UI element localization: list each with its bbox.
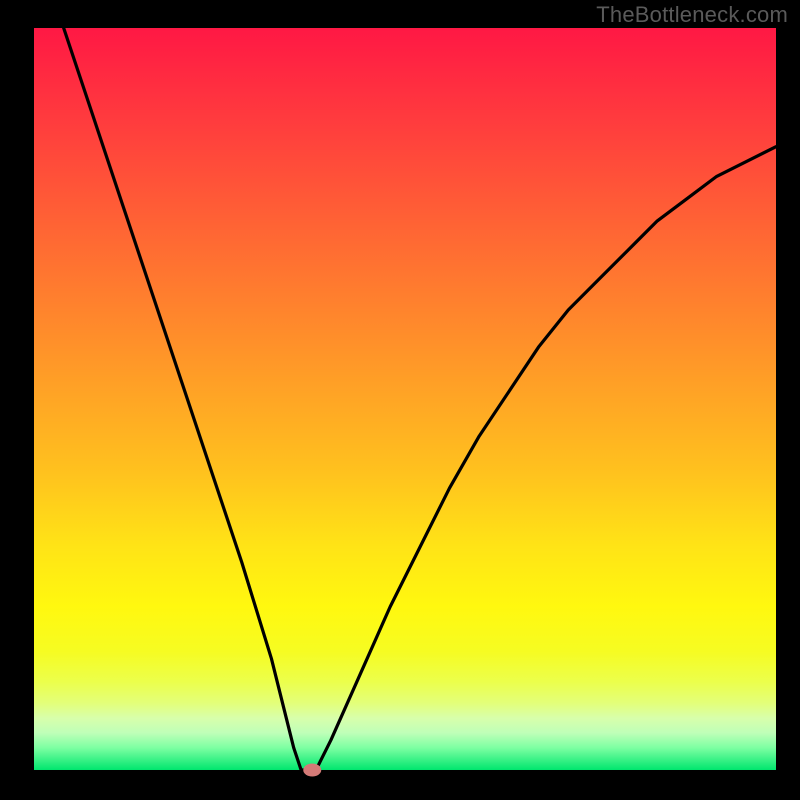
marker-dot: [303, 764, 321, 777]
chart-frame: TheBottleneck.com: [0, 0, 800, 800]
bottleneck-chart: [0, 0, 800, 800]
plot-background: [34, 28, 776, 770]
watermark-text: TheBottleneck.com: [596, 2, 788, 28]
